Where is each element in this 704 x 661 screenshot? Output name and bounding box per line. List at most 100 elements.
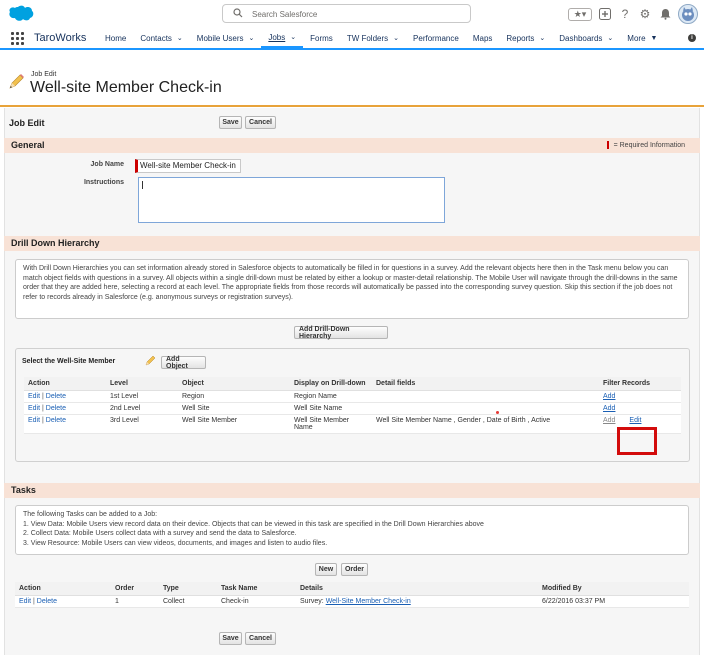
nav-item-label: Performance (413, 33, 459, 43)
chevron-down-icon[interactable]: ⌄ (290, 33, 296, 41)
help-icon[interactable]: ? (618, 7, 632, 21)
general-section-header: General = Required Information (4, 138, 700, 153)
edit-filter-link[interactable]: Edit (629, 417, 641, 424)
save-button-top[interactable]: Save (219, 116, 242, 129)
type-cell: Collect (159, 595, 217, 608)
add-object-button[interactable]: Add Object (161, 356, 206, 370)
job-name-label: Job Name (90, 161, 124, 168)
user-avatar[interactable] (678, 4, 698, 24)
tasks-info-line: 1. View Data: Mobile Users view record d… (23, 520, 484, 528)
delete-link[interactable]: Delete (46, 393, 66, 400)
order-tasks-button[interactable]: Order (341, 563, 368, 576)
column-header: Display on Drill-down (290, 377, 372, 391)
nav-item-label: Maps (472, 33, 493, 43)
edit-link[interactable]: Edit (28, 393, 40, 400)
cancel-button-top[interactable]: Cancel (245, 116, 276, 129)
global-header: Search Salesforce ★▾ ? ⚙ (0, 0, 704, 28)
tasks-info-line: 3. View Resource: Mobile Users can view … (23, 539, 328, 547)
add-filter-link[interactable]: Add (603, 393, 615, 400)
header-icons: ★▾ ? ⚙ (568, 4, 698, 24)
instructions-textarea[interactable] (138, 177, 445, 223)
add-filter-link[interactable]: Add (603, 417, 615, 424)
tasks-info-line: The following Tasks can be added to a Jo… (23, 511, 158, 518)
notifications-bell-icon[interactable] (658, 7, 672, 21)
column-header: Order (111, 582, 159, 596)
action-cell: Edit | Delete (24, 402, 106, 415)
table-row: Edit | Delete 2nd Level Well Site Well Site… (24, 402, 681, 415)
survey-link[interactable]: Well-Site Member Check-in (326, 598, 411, 605)
nav-item-reports[interactable]: Reports ⌄ (499, 28, 552, 48)
column-header: Action (15, 582, 111, 596)
chevron-down-icon[interactable]: ⌄ (539, 34, 545, 42)
job-edit-title: Job Edit (9, 118, 45, 128)
chevron-down-icon[interactable]: ▼ (651, 35, 658, 42)
details-cell: Survey: Well-Site Member Check-in (296, 595, 538, 608)
edit-link[interactable]: Edit (19, 598, 31, 605)
nav-item-home[interactable]: Home (98, 28, 133, 48)
nav-item-maps[interactable]: Maps (466, 28, 500, 48)
details-prefix: Survey: (300, 598, 324, 605)
salesforce-logo-icon[interactable] (8, 5, 34, 22)
app-navigation-bar: TaroWorks Home Contacts ⌄ Mobile Users ⌄ Jobs… (0, 28, 704, 50)
page-subtitle: Job Edit (31, 71, 57, 78)
save-button-bottom[interactable]: Save (219, 632, 242, 645)
edit-link[interactable]: Edit (28, 405, 40, 412)
nav-item-forms[interactable]: Forms (303, 28, 340, 48)
modified-by-cell: 6/22/2016 03:37 PM (538, 595, 689, 608)
chevron-down-icon[interactable]: ⌄ (177, 34, 183, 42)
table-header-row: Action Level Object Display on Drill-dow… (24, 377, 681, 391)
chevron-down-icon[interactable]: ⌄ (607, 34, 613, 42)
action-cell: Edit | Delete (24, 390, 106, 403)
pencil-edit-icon (9, 74, 24, 89)
required-info-text: = Required Information (613, 142, 685, 149)
drill-down-info-text: With Drill Down Hierarchies you can set … (15, 259, 689, 319)
nav-item-label: Contacts (140, 33, 172, 43)
add-filter-link[interactable]: Add (603, 405, 615, 412)
nav-item-jobs[interactable]: Jobs ⌄ (261, 28, 304, 48)
column-header: Task Name (217, 582, 296, 596)
nav-item-label: Dashboards (559, 33, 603, 43)
table-row: Edit | Delete 3rd Level Well Site Member We… (24, 414, 681, 434)
favorites-star-icon[interactable]: ★▾ (568, 7, 592, 21)
column-header: Details (296, 582, 538, 596)
column-header: Type (159, 582, 217, 596)
instructions-label: Instructions (83, 179, 124, 186)
info-icon[interactable]: i (688, 34, 696, 42)
nav-item-label: Forms (310, 33, 333, 43)
column-header: Object (178, 377, 290, 391)
nav-item-mobile-users[interactable]: Mobile Users ⌄ (190, 28, 262, 48)
nav-item-label: More (627, 33, 646, 43)
delete-link[interactable]: Delete (37, 598, 57, 605)
table-header-row: Action Order Type Task Name Details Modi… (15, 582, 689, 596)
nav-item-more[interactable]: More ▼ (620, 28, 664, 48)
pencil-edit-icon[interactable] (145, 355, 156, 366)
delete-link[interactable]: Delete (46, 405, 66, 412)
chevron-down-icon[interactable]: ⌄ (393, 34, 399, 42)
display-cell: Region Name (290, 390, 372, 403)
tasks-info-line: 2. Collect Data: Mobile Users collect da… (23, 530, 297, 537)
nav-item-dashboards[interactable]: Dashboards ⌄ (552, 28, 620, 48)
add-drill-down-hierarchy-button[interactable]: Add Drill-Down Hierarchy (294, 326, 388, 340)
nav-item-performance[interactable]: Performance (406, 28, 466, 48)
header-divider (0, 105, 704, 107)
page-header: Job Edit Well-site Member Check-in (0, 52, 704, 108)
object-cell: Well Site (178, 402, 290, 415)
global-actions-plus-icon[interactable] (598, 7, 612, 21)
nav-item-label: Jobs (268, 32, 286, 42)
chevron-down-icon[interactable]: ⌄ (248, 34, 254, 42)
delete-link[interactable]: Delete (46, 417, 66, 424)
column-header: Action (24, 377, 106, 391)
global-search[interactable]: Search Salesforce (222, 4, 471, 23)
new-task-button[interactable]: New (315, 563, 337, 576)
tasks-table: Action Order Type Task Name Details Modi… (15, 582, 689, 608)
nav-item-contacts[interactable]: Contacts ⌄ (133, 28, 189, 48)
table-row: Edit | Delete 1 Collect Check-in Survey: Wel… (15, 595, 689, 608)
app-launcher-icon[interactable] (11, 32, 24, 45)
nav-item-tw-folders[interactable]: TW Folders ⌄ (340, 28, 406, 48)
setup-gear-icon[interactable]: ⚙ (638, 7, 652, 21)
detail-fields-cell (372, 402, 599, 415)
edit-link[interactable]: Edit (28, 417, 40, 424)
cancel-button-bottom[interactable]: Cancel (245, 632, 276, 645)
table-row: Edit | Delete 1st Level Region Region Name A… (24, 390, 681, 403)
job-name-field[interactable]: Well-site Member Check-in (135, 159, 241, 173)
